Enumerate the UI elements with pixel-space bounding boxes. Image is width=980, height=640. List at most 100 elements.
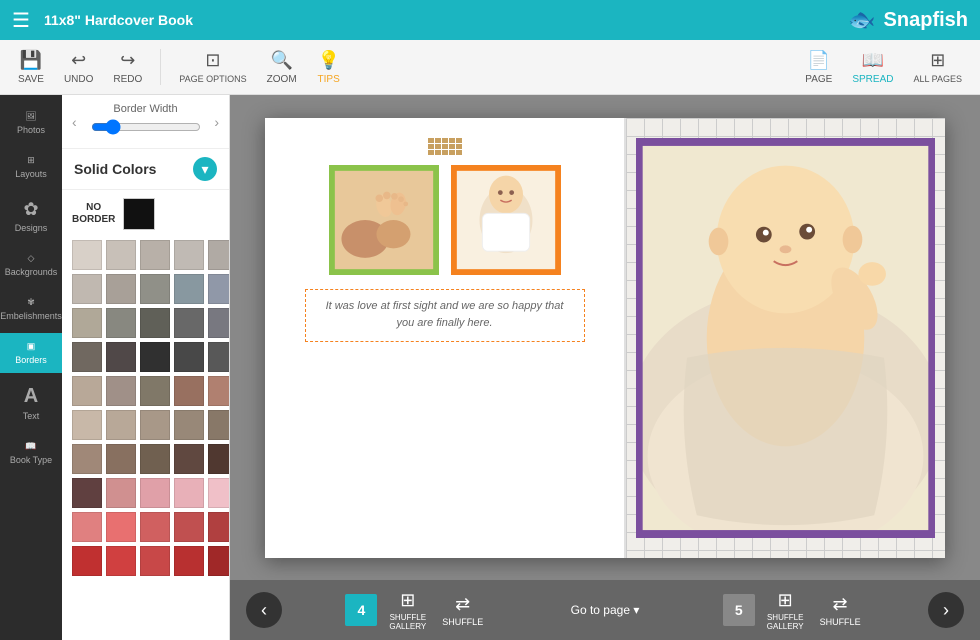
color-swatch[interactable] — [72, 342, 102, 372]
color-swatch[interactable] — [140, 274, 170, 304]
caption-text-box[interactable]: It was love at first sight and we are so… — [305, 289, 585, 342]
color-swatch[interactable] — [208, 512, 230, 542]
color-row-6 — [72, 410, 219, 440]
sidebar-item-booktype[interactable]: 📖 Book Type — [0, 433, 62, 473]
color-swatch[interactable] — [174, 546, 204, 576]
color-swatch[interactable] — [208, 546, 230, 576]
color-swatch[interactable] — [72, 410, 102, 440]
color-swatch[interactable] — [72, 376, 102, 406]
color-swatch[interactable] — [208, 410, 230, 440]
color-swatch[interactable] — [106, 240, 136, 270]
tips-button[interactable]: 💡 TIPS — [309, 46, 349, 89]
color-swatch[interactable] — [72, 274, 102, 304]
color-swatch[interactable] — [174, 240, 204, 270]
color-swatch[interactable] — [208, 376, 230, 406]
color-swatch[interactable] — [174, 376, 204, 406]
shuffle-right-button[interactable]: ⇄ SHUFFLE — [816, 590, 865, 631]
save-button[interactable]: 💾 SAVE — [10, 46, 52, 89]
prev-page-button[interactable]: ‹ — [246, 592, 282, 628]
color-swatch[interactable] — [140, 546, 170, 576]
redo-button[interactable]: ↪ REDO — [105, 46, 150, 89]
color-swatch[interactable] — [72, 546, 102, 576]
go-to-page-button[interactable]: Go to page ▾ — [551, 603, 660, 617]
color-swatch[interactable] — [106, 376, 136, 406]
color-row-7 — [72, 444, 219, 474]
color-swatch[interactable] — [140, 376, 170, 406]
sidebar-item-backgrounds[interactable]: ◇ Backgrounds — [0, 245, 62, 285]
color-swatch[interactable] — [140, 240, 170, 270]
color-swatch[interactable] — [174, 410, 204, 440]
color-swatch[interactable] — [208, 240, 230, 270]
color-swatch[interactable] — [106, 478, 136, 508]
color-row-4 — [72, 342, 219, 372]
black-swatch[interactable] — [123, 198, 155, 230]
color-swatch[interactable] — [72, 308, 102, 338]
shuffle-gallery-right-button[interactable]: ⊞ SHUFFLE GALLERY — [763, 586, 808, 635]
color-swatch[interactable] — [106, 308, 136, 338]
color-swatch[interactable] — [174, 342, 204, 372]
color-swatch[interactable] — [208, 308, 230, 338]
color-swatch[interactable] — [106, 274, 136, 304]
color-swatch[interactable] — [106, 512, 136, 542]
color-swatch[interactable] — [174, 274, 204, 304]
undo-button[interactable]: ↩ UNDO — [56, 46, 101, 89]
shuffle-left-button[interactable]: ⇄ SHUFFLE — [438, 590, 487, 631]
right-page-controls: 5 ⊞ SHUFFLE GALLERY ⇄ SHUFFLE — [723, 586, 865, 635]
orange-frame-photo[interactable] — [451, 165, 561, 275]
baby-photo-image — [454, 168, 558, 272]
color-swatch[interactable] — [140, 308, 170, 338]
border-width-slider[interactable] — [91, 119, 201, 135]
sidebar-item-borders[interactable]: ▣ Borders — [0, 333, 62, 373]
color-swatch[interactable] — [72, 444, 102, 474]
color-swatch[interactable] — [140, 342, 170, 372]
color-swatch[interactable] — [106, 546, 136, 576]
color-grid: NOBORDER — [62, 190, 229, 584]
page-view-button[interactable]: 📄 PAGE — [797, 46, 840, 89]
baby-feet-image — [332, 168, 436, 272]
color-swatch[interactable] — [140, 478, 170, 508]
sidebar-item-embelishments[interactable]: ✾ Embelishments — [0, 289, 62, 329]
sidebar-item-text[interactable]: A Text — [0, 377, 62, 429]
colors-dropdown-button[interactable]: ▾ — [193, 157, 217, 181]
color-swatch[interactable] — [106, 410, 136, 440]
right-baby-photo[interactable] — [636, 138, 935, 538]
page-options-button[interactable]: ⊡ PAGE OPTIONS — [171, 46, 254, 88]
color-swatch[interactable] — [140, 444, 170, 474]
undo-icon: ↩ — [71, 50, 86, 71]
all-pages-button[interactable]: ⊞ ALL PAGES — [905, 46, 970, 89]
sidebar-item-photos[interactable]: 🖼 Photos — [0, 103, 62, 143]
color-swatch[interactable] — [208, 478, 230, 508]
next-page-button[interactable]: › — [928, 592, 964, 628]
color-swatch[interactable] — [174, 478, 204, 508]
sidebar-item-designs[interactable]: ✿ Designs — [0, 191, 62, 241]
shuffle-right-icon: ⇄ — [833, 594, 848, 615]
color-row-3 — [72, 308, 219, 338]
spread-view-button[interactable]: 📖 SPREAD — [844, 46, 901, 89]
color-swatch[interactable] — [208, 444, 230, 474]
green-frame-photo[interactable] — [329, 165, 439, 275]
menu-icon[interactable]: ☰ — [12, 8, 30, 33]
book-right-page — [626, 118, 945, 558]
photo-container: It was love at first sight and we are so… — [285, 138, 604, 538]
color-swatch[interactable] — [174, 512, 204, 542]
color-swatch[interactable] — [140, 410, 170, 440]
color-swatch[interactable] — [72, 478, 102, 508]
border-width-decrease[interactable]: ‹ — [72, 114, 77, 130]
color-swatch[interactable] — [174, 308, 204, 338]
zoom-button[interactable]: 🔍 ZOOM — [259, 46, 305, 89]
left-sidebar: 🖼 Photos ⊞ Layouts ✿ Designs ◇ Backgroun… — [0, 95, 62, 640]
shuffle-gallery-left-button[interactable]: ⊞ SHUFFLE GALLERY — [385, 586, 430, 635]
redo-icon: ↪ — [120, 50, 135, 71]
color-swatch[interactable] — [140, 512, 170, 542]
color-swatch[interactable] — [208, 342, 230, 372]
color-swatch[interactable] — [106, 444, 136, 474]
color-swatch[interactable] — [106, 342, 136, 372]
color-swatch[interactable] — [72, 240, 102, 270]
sidebar-item-layouts[interactable]: ⊞ Layouts — [0, 147, 62, 187]
color-swatch[interactable] — [174, 444, 204, 474]
border-width-increase[interactable]: › — [214, 114, 219, 130]
color-swatch[interactable] — [72, 512, 102, 542]
tips-icon: 💡 — [317, 50, 339, 71]
designs-icon: ✿ — [23, 199, 38, 220]
color-swatch[interactable] — [208, 274, 230, 304]
